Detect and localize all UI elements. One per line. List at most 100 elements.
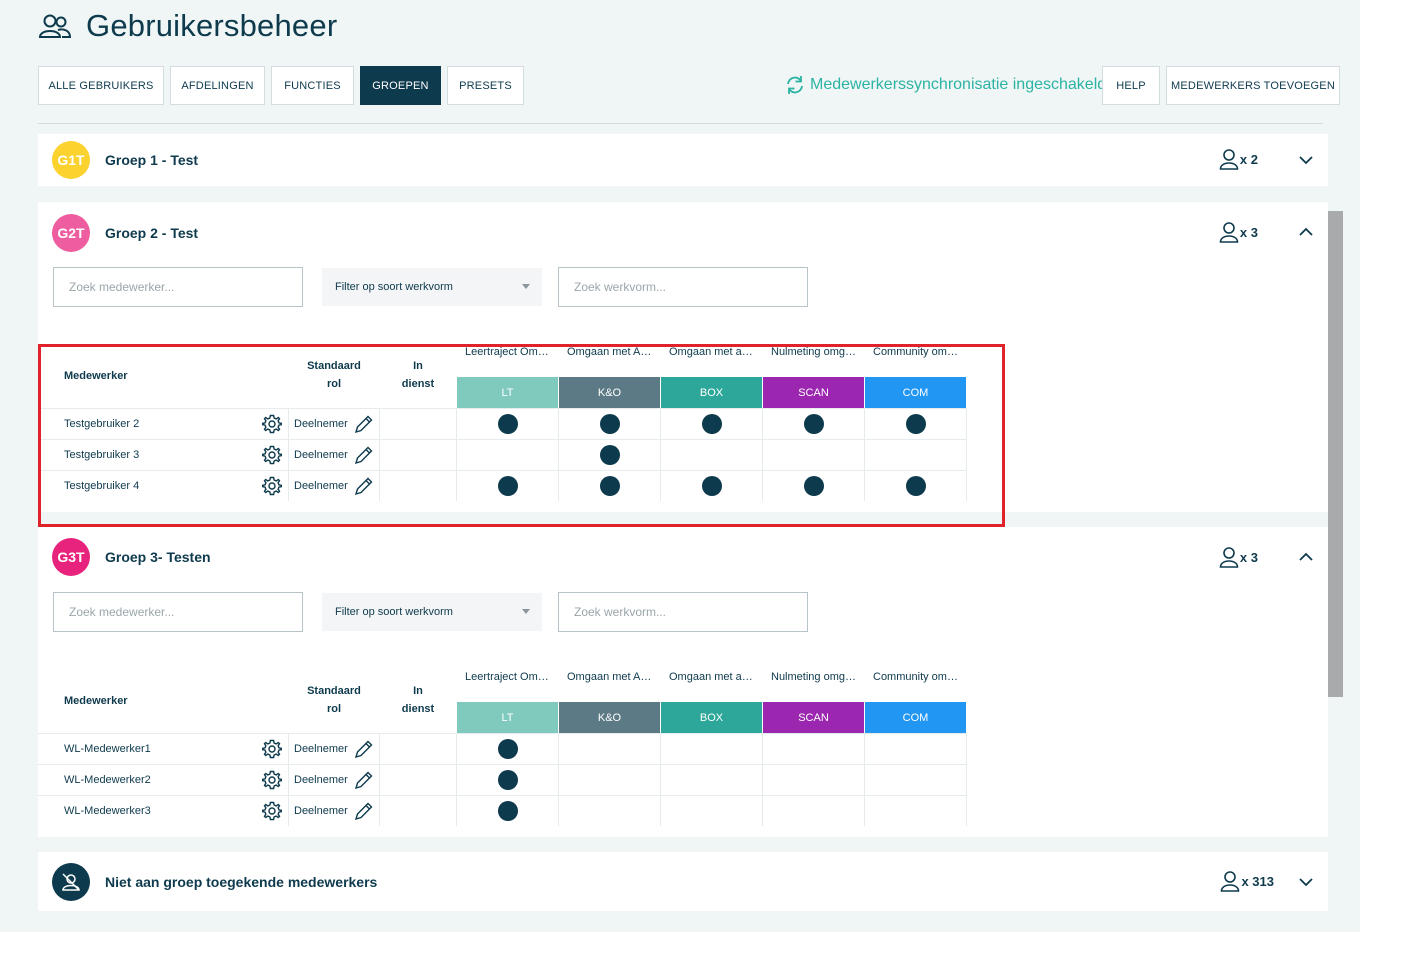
assignment-cell[interactable]	[763, 765, 864, 795]
assignment-cell[interactable]	[457, 765, 558, 795]
employee-name: WL-Medewerker2	[64, 774, 151, 786]
assignment-cell[interactable]	[559, 734, 660, 764]
chevron-up-icon[interactable]	[1298, 224, 1314, 240]
table-row: WL-Medewerker3 Deelnemer	[38, 795, 967, 826]
cell-divider	[288, 765, 289, 795]
header-divider	[38, 123, 1323, 124]
search-employee-input[interactable]: Zoek medewerker...	[53, 592, 303, 632]
assignment-cell[interactable]	[457, 734, 558, 764]
col-header-in-service: In dienst	[394, 682, 442, 718]
page-title: Gebruikersbeheer	[86, 8, 338, 43]
member-count: x 3	[1219, 546, 1258, 568]
assignment-cell[interactable]	[865, 765, 966, 795]
col-header-in-service-line2: dienst	[401, 703, 435, 715]
users-icon	[38, 12, 72, 40]
group-card-unassigned[interactable]: Niet aan groep toegekende medewerkers x …	[38, 852, 1328, 911]
col-header-in-service-line1: In	[413, 685, 423, 697]
caret-down-icon	[522, 609, 530, 614]
tab-groups[interactable]: GROEPEN	[360, 66, 441, 105]
sync-status[interactable]: Medewerkerssynchronisatie ingeschakeld	[784, 74, 1106, 96]
assignment-cell[interactable]	[559, 796, 660, 826]
group-name: Niet aan groep toegekende medewerkers	[105, 873, 378, 890]
form-column-title: Leertraject Omgaan met Agressie	[465, 671, 559, 683]
group-avatar: G3T	[52, 538, 90, 576]
cell-divider	[966, 734, 967, 764]
member-count: x 313	[1220, 870, 1274, 892]
assigned-dot	[498, 770, 518, 790]
gear-icon[interactable]	[262, 801, 282, 821]
sync-icon	[784, 74, 806, 96]
assignment-cell[interactable]	[865, 734, 966, 764]
edit-role-icon[interactable]	[353, 738, 375, 760]
form-column-title: Community omgaan met agressie	[873, 671, 967, 683]
cell-divider	[379, 765, 380, 795]
tab-bar: ALLE GEBRUIKERS AFDELINGEN FUNCTIES GROE…	[38, 66, 530, 105]
cell-divider	[288, 796, 289, 826]
page-header: Gebruikersbeheer	[38, 8, 337, 44]
tab-departments[interactable]: AFDELINGEN	[170, 66, 265, 105]
filter-label: Filter op soort werkvorm	[335, 606, 453, 618]
sync-label: Medewerkerssynchronisatie ingeschakeld	[810, 76, 1107, 93]
filter-label: Filter op soort werkvorm	[335, 281, 453, 293]
filter-form-type-select[interactable]: Filter op soort werkvorm	[322, 593, 542, 631]
search-employee-input[interactable]: Zoek medewerker...	[53, 267, 303, 307]
badge-lt: LT	[457, 702, 558, 733]
member-count-value: x 3	[1239, 549, 1258, 565]
group-card-g3: G3T Groep 3- Testen x 3 Zoek medewerker.…	[38, 527, 1328, 837]
search-form-input[interactable]: Zoek werkvorm...	[558, 592, 808, 632]
chevron-down-icon[interactable]	[1298, 874, 1314, 890]
form-column-title: Nulmeting omgaan met agressie	[771, 671, 865, 683]
badge-ko: K&O	[559, 702, 660, 733]
employee-role: Deelnemer	[294, 743, 348, 755]
help-button[interactable]: HELP	[1102, 66, 1160, 105]
tab-all-users[interactable]: ALLE GEBRUIKERS	[38, 66, 164, 105]
assignment-cell[interactable]	[457, 796, 558, 826]
badge-com: COM	[865, 702, 966, 733]
assignment-cell[interactable]	[661, 796, 762, 826]
col-header-role: Standaard rol	[302, 682, 366, 718]
tab-functions[interactable]: FUNCTIES	[271, 66, 354, 105]
edit-role-icon[interactable]	[353, 769, 375, 791]
filter-form-type-select[interactable]: Filter op soort werkvorm	[322, 268, 542, 306]
member-count-value: x 3	[1239, 224, 1258, 240]
assignment-cell[interactable]	[763, 796, 864, 826]
caret-down-icon	[522, 284, 530, 289]
group-card-g1[interactable]: G1T Groep 1 - Test x 2	[38, 134, 1328, 186]
assignment-cell[interactable]	[661, 734, 762, 764]
form-column-title: Omgaan met agressie	[669, 671, 763, 683]
search-form-input[interactable]: Zoek werkvorm...	[558, 267, 808, 307]
member-count: x 3	[1219, 221, 1258, 243]
user-icon	[1220, 870, 1240, 892]
edit-role-icon[interactable]	[353, 800, 375, 822]
cell-divider	[379, 796, 380, 826]
user-icon	[1219, 221, 1239, 243]
cell-divider	[966, 796, 967, 826]
chevron-up-icon[interactable]	[1298, 549, 1314, 565]
cell-divider	[966, 765, 967, 795]
badge-scan: SCAN	[763, 702, 864, 733]
group-header[interactable]: G3T Groep 3- Testen	[52, 528, 211, 586]
group-header[interactable]: G2T Groep 2 - Test	[52, 204, 198, 262]
assignment-cell[interactable]	[661, 765, 762, 795]
group-name: Groep 2 - Test	[105, 225, 199, 241]
group-name: Groep 1 - Test	[105, 152, 199, 168]
user-icon	[1219, 148, 1239, 170]
assignment-cell[interactable]	[865, 796, 966, 826]
no-user-icon	[52, 862, 90, 901]
col-header-role-line2: rol	[326, 703, 342, 715]
gear-icon[interactable]	[262, 739, 282, 759]
chevron-down-icon[interactable]	[1298, 152, 1314, 168]
tab-presets[interactable]: PRESETS	[447, 66, 524, 105]
assigned-dot	[498, 739, 518, 759]
scrollbar[interactable]	[1328, 211, 1343, 697]
assignment-cell[interactable]	[763, 734, 864, 764]
member-count-value: x 313	[1241, 873, 1274, 889]
member-count: x 2	[1219, 148, 1258, 170]
table-row: WL-Medewerker2 Deelnemer	[38, 764, 967, 795]
assignment-cell[interactable]	[559, 765, 660, 795]
add-employees-button[interactable]: MEDEWERKERS TOEVOEGEN	[1166, 66, 1340, 105]
badge-box: BOX	[661, 702, 762, 733]
cell-divider	[288, 734, 289, 764]
group-header: Niet aan groep toegekende medewerkers	[52, 852, 377, 911]
gear-icon[interactable]	[262, 770, 282, 790]
